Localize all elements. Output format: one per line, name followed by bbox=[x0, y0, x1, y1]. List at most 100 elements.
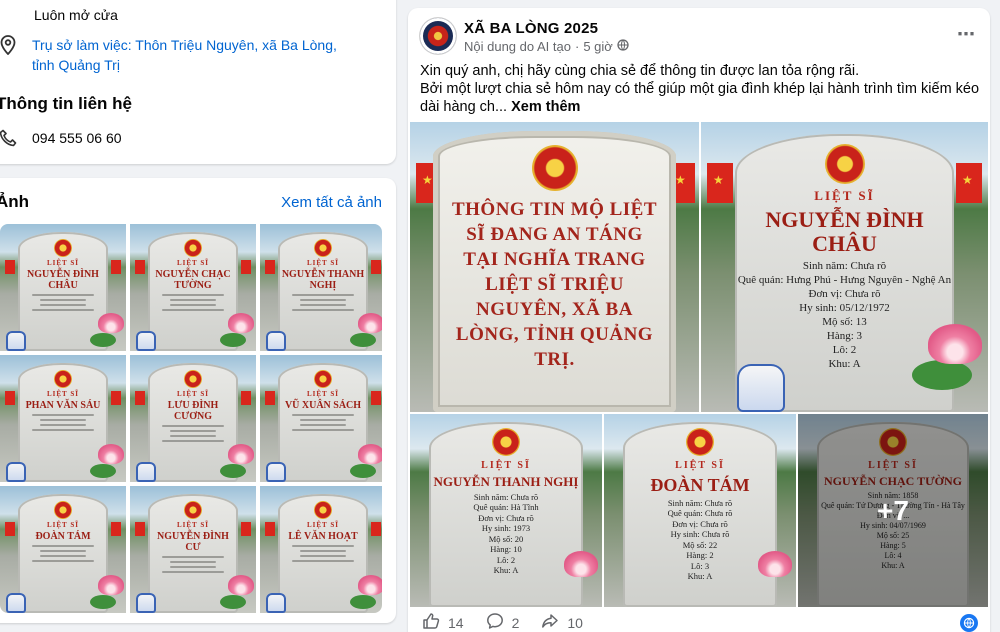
gravestone: LIỆT SĨ LƯU ĐÌNH CƯƠNG bbox=[147, 362, 239, 482]
grave-name: LÊ VĂN HOẠT bbox=[288, 530, 358, 542]
lotus-icon bbox=[358, 444, 382, 464]
page-name[interactable]: XÃ BA LÒNG 2025 bbox=[464, 20, 598, 37]
photo-grave-tuong[interactable]: LIỆT SĨ NGUYỄN CHẠC TƯỜNG Sinh năm: 1858… bbox=[798, 414, 988, 607]
emblem-icon bbox=[314, 369, 332, 388]
plaque-title: THÔNG TIN MỘ LIỆT SĨ ĐANG AN TÁNG TẠI NG… bbox=[451, 198, 658, 370]
hours-row: Luôn mở cửa bbox=[2, 5, 118, 25]
grave-detail: Khu: A bbox=[493, 565, 519, 576]
address-row[interactable]: Trụ sở làm việc: Thôn Triệu Nguyên, xã B… bbox=[0, 35, 378, 75]
text-line bbox=[31, 308, 95, 311]
meta-separator: · bbox=[574, 39, 580, 54]
share-button[interactable]: 10 bbox=[541, 612, 583, 632]
gravestone: LIỆT SĨ NGUYỄN ĐÌNH CƯ bbox=[147, 493, 239, 613]
lotus-icon bbox=[98, 575, 124, 595]
vase-icon bbox=[136, 462, 156, 482]
text-line bbox=[299, 423, 347, 426]
info-plaque: THÔNG TIN MỘ LIỆT SĨ ĐANG AN TÁNG TẠI NG… bbox=[433, 130, 676, 412]
flag-icon bbox=[265, 259, 276, 274]
audience-globe-icon[interactable] bbox=[960, 614, 978, 632]
photos-title: Ảnh bbox=[0, 192, 30, 211]
text-line bbox=[161, 570, 225, 573]
photo-tile[interactable]: LIỆT SĨ LƯU ĐÌNH CƯƠNG bbox=[130, 355, 256, 482]
text-line bbox=[169, 565, 217, 568]
vase-icon bbox=[136, 593, 156, 613]
photo-tile[interactable]: LIỆT SĨ ĐOÀN TÁM bbox=[0, 486, 126, 613]
grave-label: LIỆT SĨ bbox=[307, 389, 339, 398]
photo-tile[interactable]: LIỆT SĨ NGUYỄN THANH NGHỊ bbox=[260, 224, 382, 351]
vase-icon bbox=[266, 593, 286, 613]
photo-tile[interactable]: LIỆT SĨ PHAN VĂN SÁU bbox=[0, 355, 126, 482]
grave-name: ĐOÀN TÁM bbox=[35, 530, 91, 542]
post-time[interactable]: 5 giờ bbox=[583, 39, 613, 54]
grave-name: NGUYỄN THANH NGHỊ bbox=[281, 268, 365, 291]
photo-tile[interactable]: LIỆT SĨ VŨ XUÂN SÁCH bbox=[260, 355, 382, 482]
phone-number[interactable]: 094 555 06 60 bbox=[32, 128, 122, 148]
flag-icon bbox=[240, 521, 251, 536]
text-line bbox=[39, 554, 87, 557]
gravestone: LIỆT SĨ PHAN VĂN SÁU bbox=[17, 362, 109, 482]
phone-row[interactable]: 094 555 06 60 bbox=[0, 128, 122, 148]
gravestone: LIỆT SĨ ĐOÀN TÁM bbox=[17, 493, 109, 613]
text-line bbox=[291, 293, 355, 296]
grave-name: NGUYỄN ĐÌNH CHÂU bbox=[765, 206, 924, 256]
photo-tile[interactable]: LIỆT SĨ NGUYỄN CHẠC TƯỜNG bbox=[130, 224, 256, 351]
grave-detail: Mộ số: 20 bbox=[488, 533, 524, 544]
page-avatar[interactable] bbox=[420, 18, 456, 54]
comment-button[interactable]: 2 bbox=[486, 612, 519, 632]
text-line bbox=[299, 549, 347, 552]
leaf-icon bbox=[350, 333, 376, 347]
text-line bbox=[31, 544, 95, 547]
emblem-icon bbox=[54, 369, 72, 388]
lotus-icon bbox=[928, 324, 982, 364]
photos-header: Ảnh Xem tất cả ảnh bbox=[0, 192, 382, 212]
see-all-photos-link[interactable]: Xem tất cả ảnh bbox=[281, 194, 382, 211]
text-line bbox=[291, 428, 355, 431]
photo-tile[interactable]: LIỆT SĨ LÊ VĂN HOẠT bbox=[260, 486, 382, 613]
see-more-link[interactable]: Xem thêm bbox=[511, 99, 580, 115]
text-line bbox=[39, 298, 87, 301]
location-pin-icon bbox=[0, 35, 18, 55]
grave-name: PHAN VĂN SÁU bbox=[25, 399, 101, 411]
grave-detail: Đơn vị: Chưa rõ bbox=[808, 287, 881, 300]
vase-icon bbox=[6, 593, 26, 613]
photo-tile[interactable]: LIỆT SĨ NGUYỄN ĐÌNH CƯ bbox=[130, 486, 256, 613]
leaf-icon bbox=[90, 595, 116, 609]
photo-grave-tam[interactable]: LIỆT SĨ ĐOÀN TÁM Sinh năm: Chưa rõ Quê q… bbox=[604, 414, 796, 607]
like-button[interactable]: 14 bbox=[422, 612, 464, 632]
post-card: XÃ BA LÒNG 2025 Nội dung do AI tạo · 5 g… bbox=[408, 8, 990, 632]
grave-name: VŨ XUÂN SÁCH bbox=[284, 399, 362, 411]
share-icon bbox=[541, 612, 559, 632]
gravestone: LIỆT SĨ NGUYỄN ĐÌNH CHÂU bbox=[17, 231, 109, 351]
flag-icon bbox=[110, 521, 121, 536]
grave-detail: Lô: 2 bbox=[832, 343, 857, 356]
lotus-icon bbox=[358, 575, 382, 595]
grave-name: NGUYỄN ĐÌNH CƯ bbox=[157, 530, 229, 553]
text-line bbox=[169, 303, 217, 306]
photo-tile[interactable]: LIỆT SĨ NGUYỄN ĐÌNH CHÂU bbox=[0, 224, 126, 351]
text-line bbox=[169, 429, 217, 432]
emblem-icon bbox=[54, 500, 72, 519]
grave-label: LIỆT SĨ bbox=[47, 389, 79, 398]
address-link[interactable]: Trụ sở làm việc: Thôn Triệu Nguyên, xã B… bbox=[32, 35, 362, 75]
grave-detail: Lô: 2 bbox=[496, 554, 516, 565]
text-line bbox=[39, 549, 87, 552]
grave-label: LIỆT SĨ bbox=[481, 459, 531, 471]
text-line bbox=[299, 298, 347, 301]
text-line bbox=[39, 418, 87, 421]
grave-detail: Lô: 3 bbox=[690, 560, 710, 571]
comment-icon bbox=[486, 612, 504, 632]
grave-detail: Đơn vị: Chưa rõ bbox=[672, 518, 728, 529]
main-photo[interactable]: THÔNG TIN MỘ LIỆT SĨ ĐANG AN TÁNG TẠI NG… bbox=[410, 122, 699, 412]
photo-grave-nghi[interactable]: LIỆT SĨ NGUYỄN THANH NGHỊ Sinh năm: Chưa… bbox=[410, 414, 602, 607]
lotus-icon bbox=[228, 575, 254, 595]
post-text: Xin quý anh, chị hãy cùng chia sẻ để thô… bbox=[420, 62, 980, 116]
text-line bbox=[291, 559, 355, 562]
ai-label[interactable]: Nội dung do AI tạo bbox=[464, 39, 571, 54]
emblem-icon bbox=[184, 500, 202, 519]
more-photos-overlay[interactable]: +7 bbox=[798, 414, 988, 607]
leaf-icon bbox=[90, 464, 116, 478]
flag-icon bbox=[370, 521, 381, 536]
vase-icon bbox=[6, 331, 26, 351]
more-options-icon[interactable]: ⋯ bbox=[957, 24, 976, 45]
photo-grave-chau[interactable]: LIỆT SĨ NGUYỄN ĐÌNH CHÂU Sinh năm: Chưa … bbox=[701, 122, 988, 412]
